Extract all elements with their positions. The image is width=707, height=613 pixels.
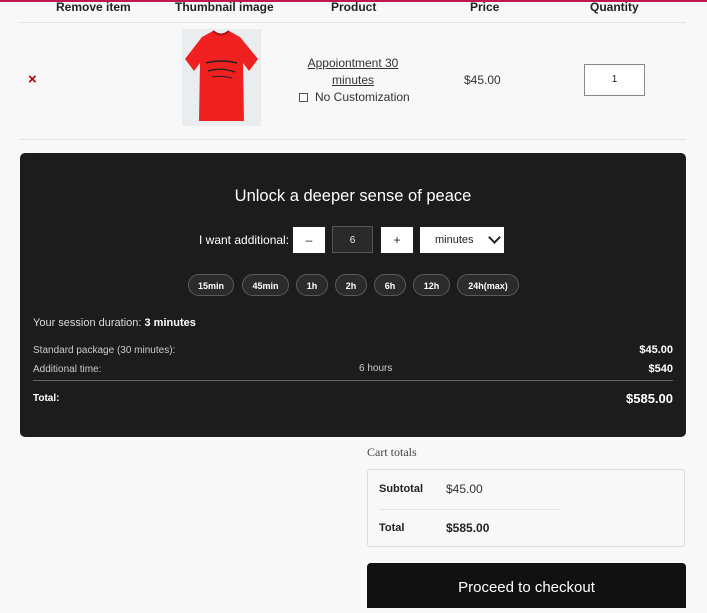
preset-45min-button[interactable]: 45min xyxy=(242,274,289,296)
header-remove-item: Remove item xyxy=(56,0,131,14)
session-duration-value: 3 minutes xyxy=(144,317,196,329)
panel-total-value: $585.00 xyxy=(626,391,673,406)
product-thumbnail[interactable] xyxy=(182,29,261,126)
preset-15min-button[interactable]: 15min xyxy=(188,274,234,296)
header-product: Product xyxy=(331,0,377,14)
product-name-line2: minutes xyxy=(331,73,375,87)
no-customization-label: No Customization xyxy=(315,90,410,104)
preset-12h-button[interactable]: 12h xyxy=(413,274,450,296)
panel-title: Unlock a deeper sense of peace xyxy=(234,187,472,205)
session-duration: Your session duration: 3 minutes xyxy=(33,317,196,329)
total-value: $585.00 xyxy=(446,521,490,535)
preset-24h-button[interactable]: 24h(max) xyxy=(457,274,519,296)
time-upsell-panel: Unlock a deeper sense of peace I want ad… xyxy=(20,153,686,437)
total-label: Total xyxy=(379,522,405,534)
unit-selected-value: minutes xyxy=(435,234,474,246)
quantity-input[interactable]: 1 xyxy=(584,64,645,96)
chevron-down-icon xyxy=(488,231,501,244)
remove-item-icon[interactable]: × xyxy=(28,72,37,87)
product-cell: Appoiontment 30 minutes xyxy=(295,55,411,89)
checkbox-icon[interactable] xyxy=(299,92,308,102)
header-quantity: Quantity xyxy=(590,0,639,14)
totals-divider xyxy=(380,509,561,510)
no-customization[interactable]: No Customization xyxy=(299,90,410,104)
decrement-button[interactable]: – xyxy=(293,227,325,253)
additional-amount-input[interactable]: 6 xyxy=(332,226,373,253)
header-thumbnail: Thumbnail image xyxy=(175,0,274,14)
preset-2h-button[interactable]: 2h xyxy=(335,274,367,296)
product-name-link[interactable]: Appoiontment 30 minutes xyxy=(308,56,399,87)
red-tshirt-icon xyxy=(185,30,258,121)
preset-6h-button[interactable]: 6h xyxy=(374,274,406,296)
row-divider xyxy=(20,139,686,140)
additional-time-value: $540 xyxy=(648,363,673,375)
item-price: $45.00 xyxy=(464,73,501,87)
panel-separator xyxy=(33,380,673,381)
header-price: Price xyxy=(470,0,500,14)
standard-package-label: Standard package (30 minutes): xyxy=(33,345,176,356)
product-name-line1: Appoiontment 30 xyxy=(307,56,399,70)
unit-select[interactable]: minutes xyxy=(420,227,504,253)
subtotal-label: Subtotal xyxy=(379,483,423,495)
panel-total-label: Total: xyxy=(33,393,60,404)
preset-1h-button[interactable]: 1h xyxy=(296,274,328,296)
subtotal-value: $45.00 xyxy=(446,482,483,496)
cart-totals-box: Subtotal $45.00 Total $585.00 xyxy=(367,469,685,547)
additional-time-label: Additional time: xyxy=(33,364,102,375)
proceed-to-checkout-button[interactable]: Proceed to checkout xyxy=(367,563,686,608)
increment-button[interactable]: + xyxy=(381,227,413,253)
additional-time-duration: 6 hours xyxy=(359,363,393,374)
cart-totals-title: Cart totals xyxy=(367,445,417,459)
standard-package-value: $45.00 xyxy=(639,344,673,356)
want-additional-label: I want additional: xyxy=(199,233,290,247)
session-duration-label: Your session duration: xyxy=(33,317,145,329)
table-divider xyxy=(20,22,686,23)
